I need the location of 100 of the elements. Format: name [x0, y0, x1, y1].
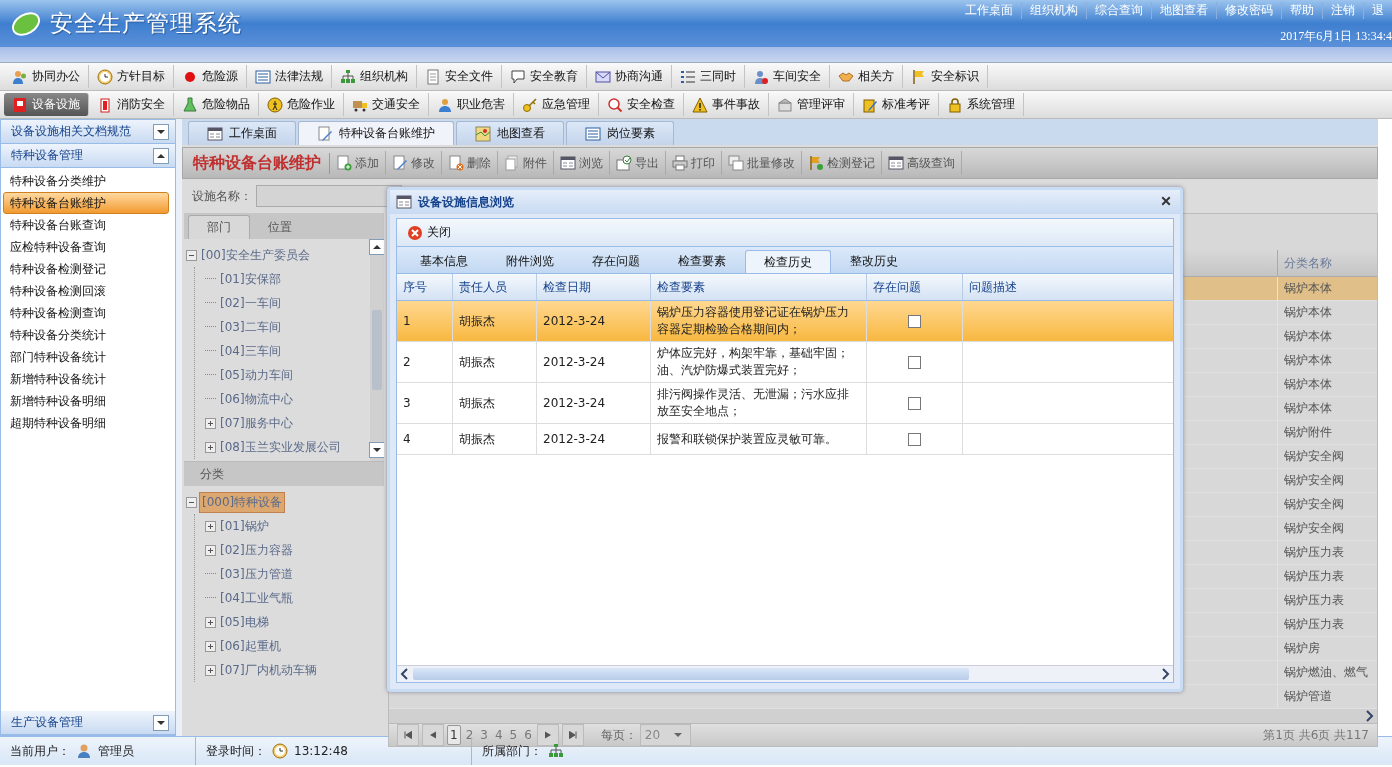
tree-node[interactable]: [05]动力车间: [218, 365, 295, 385]
menu-button[interactable]: 安全文件: [417, 65, 502, 88]
expand-icon[interactable]: [205, 441, 216, 453]
tree-node[interactable]: [07]服务中心: [218, 413, 295, 433]
table-row[interactable]: 1 胡振杰 2012-3-24 锅炉压力容器使用登记证在锅炉压力容器定期检验合格期间内；: [397, 301, 1173, 342]
sidebar-item[interactable]: 新增特种设备明细: [3, 390, 169, 412]
toolbar-button[interactable]: 删除: [442, 151, 498, 175]
checkbox[interactable]: [908, 355, 921, 369]
tab[interactable]: 检查要素: [659, 250, 745, 273]
table-row[interactable]: 3 胡振杰 2012-3-24 排污阀操作灵活、无泄漏；污水应排放至安全地点；: [397, 383, 1173, 424]
checkbox[interactable]: [908, 396, 921, 410]
tab[interactable]: 特种设备台账维护: [298, 121, 454, 145]
sidebar-item[interactable]: 特种设备检测登记: [3, 258, 169, 280]
menu-button[interactable]: 标准考评: [854, 93, 939, 116]
tab[interactable]: 部门: [188, 215, 250, 239]
menu-button[interactable]: 车间安全: [745, 65, 830, 88]
sidebar-section-header[interactable]: 生产设备管理: [1, 711, 175, 735]
collapse-icon[interactable]: [186, 249, 197, 261]
sidebar-section-header[interactable]: 特种设备管理: [1, 144, 175, 168]
table-row[interactable]: 2 胡振杰 2012-3-24 炉体应完好，构架牢靠，基础牢固；油、汽炉防爆式装置完好；: [397, 342, 1173, 383]
tree-node[interactable]: [03]压力管道: [218, 564, 295, 584]
menu-button[interactable]: 相关方: [830, 65, 903, 88]
column-header[interactable]: 存在问题: [867, 274, 963, 300]
sidebar-item[interactable]: 应检特种设备查询: [3, 236, 169, 258]
toolbar-button[interactable]: 批量修改: [722, 151, 802, 175]
tree-node[interactable]: [04]工业气瓶: [218, 588, 295, 608]
expand-icon[interactable]: [205, 520, 216, 532]
tree-node[interactable]: [03]二车间: [218, 317, 283, 337]
menu-button[interactable]: 安全教育: [502, 65, 587, 88]
sidebar-section-header[interactable]: 设备设施相关文档规范: [1, 120, 175, 144]
sidebar-item[interactable]: 特种设备台账查询: [3, 214, 169, 236]
tab[interactable]: 整改历史: [831, 250, 917, 273]
tab[interactable]: 岗位要素: [566, 121, 674, 145]
toolbar-button[interactable]: 添加: [330, 151, 386, 175]
menu-button[interactable]: 危险物品: [174, 93, 259, 116]
sidebar-item[interactable]: 超期特种设备明细: [3, 412, 169, 434]
toolbar-button[interactable]: 导出: [610, 151, 666, 175]
tree-node[interactable]: [00]安全生产委员会: [199, 245, 312, 265]
tree-node[interactable]: [01]锅炉: [218, 516, 271, 536]
menu-button[interactable]: 法律法规: [247, 65, 332, 88]
tree-node[interactable]: [02]一车间: [218, 293, 283, 313]
sidebar-item[interactable]: 部门特种设备统计: [3, 346, 169, 368]
first-page-button[interactable]: [397, 724, 419, 746]
tab[interactable]: 检查历史: [745, 250, 831, 273]
tab[interactable]: 基本信息: [401, 250, 487, 273]
menu-button[interactable]: 危险源: [174, 65, 247, 88]
expand-icon[interactable]: [205, 664, 216, 676]
tree-node[interactable]: [06]物流中心: [218, 389, 295, 409]
menu-button[interactable]: 消防安全: [89, 93, 174, 116]
toolbar-button[interactable]: 浏览: [554, 151, 610, 175]
sidebar-item[interactable]: 特种设备检测回滚: [3, 280, 169, 302]
menu-button[interactable]: 系统管理: [939, 93, 1024, 116]
expand-icon[interactable]: [205, 616, 216, 628]
toolbar-button[interactable]: 修改: [386, 151, 442, 175]
sidebar-item[interactable]: 特种设备台账维护: [3, 192, 169, 214]
expand-icon[interactable]: [205, 544, 216, 556]
scrollbar[interactable]: [397, 665, 1173, 682]
toolbar-button[interactable]: 高级查询: [882, 151, 962, 175]
sidebar-item[interactable]: 新增特种设备统计: [3, 368, 169, 390]
tree-node[interactable]: [01]安保部: [218, 269, 283, 289]
toolbar-button[interactable]: 附件: [498, 151, 554, 175]
tree-node[interactable]: [07]厂内机动车辆: [218, 660, 319, 680]
menu-button[interactable]: 应急管理: [514, 93, 599, 116]
checkbox[interactable]: [908, 314, 921, 328]
column-header[interactable]: 责任人员: [453, 274, 537, 300]
tree-node[interactable]: [04]三车间: [218, 341, 283, 361]
menu-button[interactable]: 组织机构: [332, 65, 417, 88]
menu-button[interactable]: 安全检查: [599, 93, 684, 116]
sidebar-item[interactable]: 特种设备分类维护: [3, 170, 169, 192]
next-button[interactable]: [536, 724, 559, 746]
menu-button[interactable]: 三同时: [672, 65, 745, 88]
tree-node[interactable]: [08]玉兰实业发展公司: [218, 437, 343, 457]
tab[interactable]: 存在问题: [573, 250, 659, 273]
expand-icon[interactable]: [205, 417, 216, 429]
tree-node[interactable]: [02]压力容器: [218, 540, 295, 560]
menu-button[interactable]: 协同办公: [4, 65, 89, 88]
tab[interactable]: 工作桌面: [188, 121, 296, 145]
previous-button[interactable]: [422, 724, 444, 746]
tab[interactable]: 附件浏览: [487, 250, 573, 273]
menu-button[interactable]: 危险作业: [259, 93, 344, 116]
toolbar-button[interactable]: 检测登记: [802, 151, 882, 175]
menu-button[interactable]: 方针目标: [89, 65, 174, 88]
close-button[interactable]: 关闭: [403, 222, 455, 243]
tab[interactable]: 地图查看: [456, 121, 564, 145]
sidebar-item[interactable]: 特种设备检测查询: [3, 302, 169, 324]
column-header[interactable]: 问题描述: [963, 274, 1173, 300]
column-header[interactable]: 检查日期: [537, 274, 651, 300]
last-page-button[interactable]: [561, 724, 584, 746]
page-number[interactable]: 1: [447, 725, 461, 745]
checkbox[interactable]: [908, 432, 921, 446]
column-header[interactable]: 序号: [397, 274, 453, 300]
sidebar-item[interactable]: 特种设备分类统计: [3, 324, 169, 346]
table-row[interactable]: 4 胡振杰 2012-3-24 报警和联锁保护装置应灵敏可靠。: [397, 424, 1173, 455]
scrollbar[interactable]: [370, 239, 384, 461]
toolbar-button[interactable]: 打印: [666, 151, 722, 175]
expand-icon[interactable]: [205, 640, 216, 652]
menu-button[interactable]: 职业危害: [429, 93, 514, 116]
name-field[interactable]: [256, 185, 402, 207]
menu-button[interactable]: 事件事故: [684, 93, 769, 116]
column-header[interactable]: 检查要素: [651, 274, 867, 300]
